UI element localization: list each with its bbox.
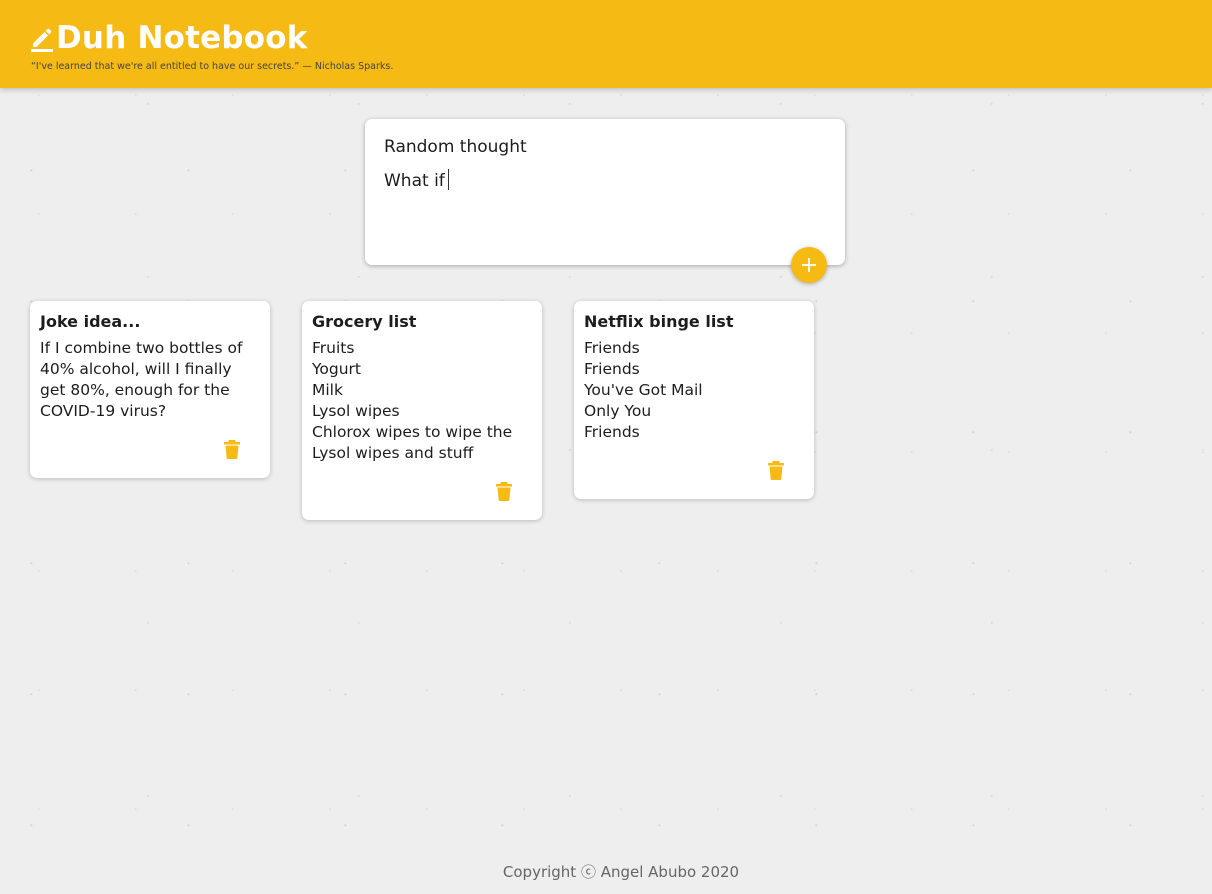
- note-card: Grocery list Fruits Yogurt Milk Lysol wi…: [302, 301, 542, 520]
- trash-icon: [496, 481, 512, 501]
- note-title-input[interactable]: [384, 137, 824, 157]
- add-note-button[interactable]: [791, 247, 827, 283]
- trash-icon: [224, 439, 240, 459]
- text-caret: [447, 169, 449, 190]
- plus-icon: [802, 258, 816, 272]
- delete-note-button[interactable]: [494, 480, 514, 502]
- footer: Copyright ⓒ Angel Abubo 2020: [0, 861, 1212, 882]
- note-content-text: What if: [384, 171, 445, 191]
- note-card: Netflix binge list Friends Friends You'v…: [574, 301, 814, 499]
- note-title: Grocery list: [312, 312, 417, 331]
- trash-icon: [768, 460, 784, 480]
- delete-note-button[interactable]: [766, 459, 786, 481]
- note-content: If I combine two bottles of 40% alcohol,…: [40, 339, 243, 420]
- note-title: Netflix binge list: [584, 312, 734, 331]
- create-note-form: What if: [365, 119, 845, 265]
- brand: Duh Notebook: [30, 18, 308, 58]
- pencil-icon: [31, 28, 53, 52]
- header-tagline: “I've learned that we're all entitled to…: [31, 61, 394, 72]
- note-content-input[interactable]: What if: [384, 169, 824, 249]
- note-card: Joke idea... If I combine two bottles of…: [30, 301, 270, 478]
- note-content: Friends Friends You've Got Mail Only You…: [584, 339, 703, 441]
- app-title: Duh Notebook: [56, 20, 308, 56]
- delete-note-button[interactable]: [222, 438, 242, 460]
- note-title: Joke idea...: [40, 312, 141, 331]
- app-header: Duh Notebook “I've learned that we're al…: [0, 0, 1212, 88]
- note-content: Fruits Yogurt Milk Lysol wipes Chlorox w…: [312, 339, 513, 462]
- copyright-text: Copyright ⓒ Angel Abubo 2020: [502, 863, 740, 881]
